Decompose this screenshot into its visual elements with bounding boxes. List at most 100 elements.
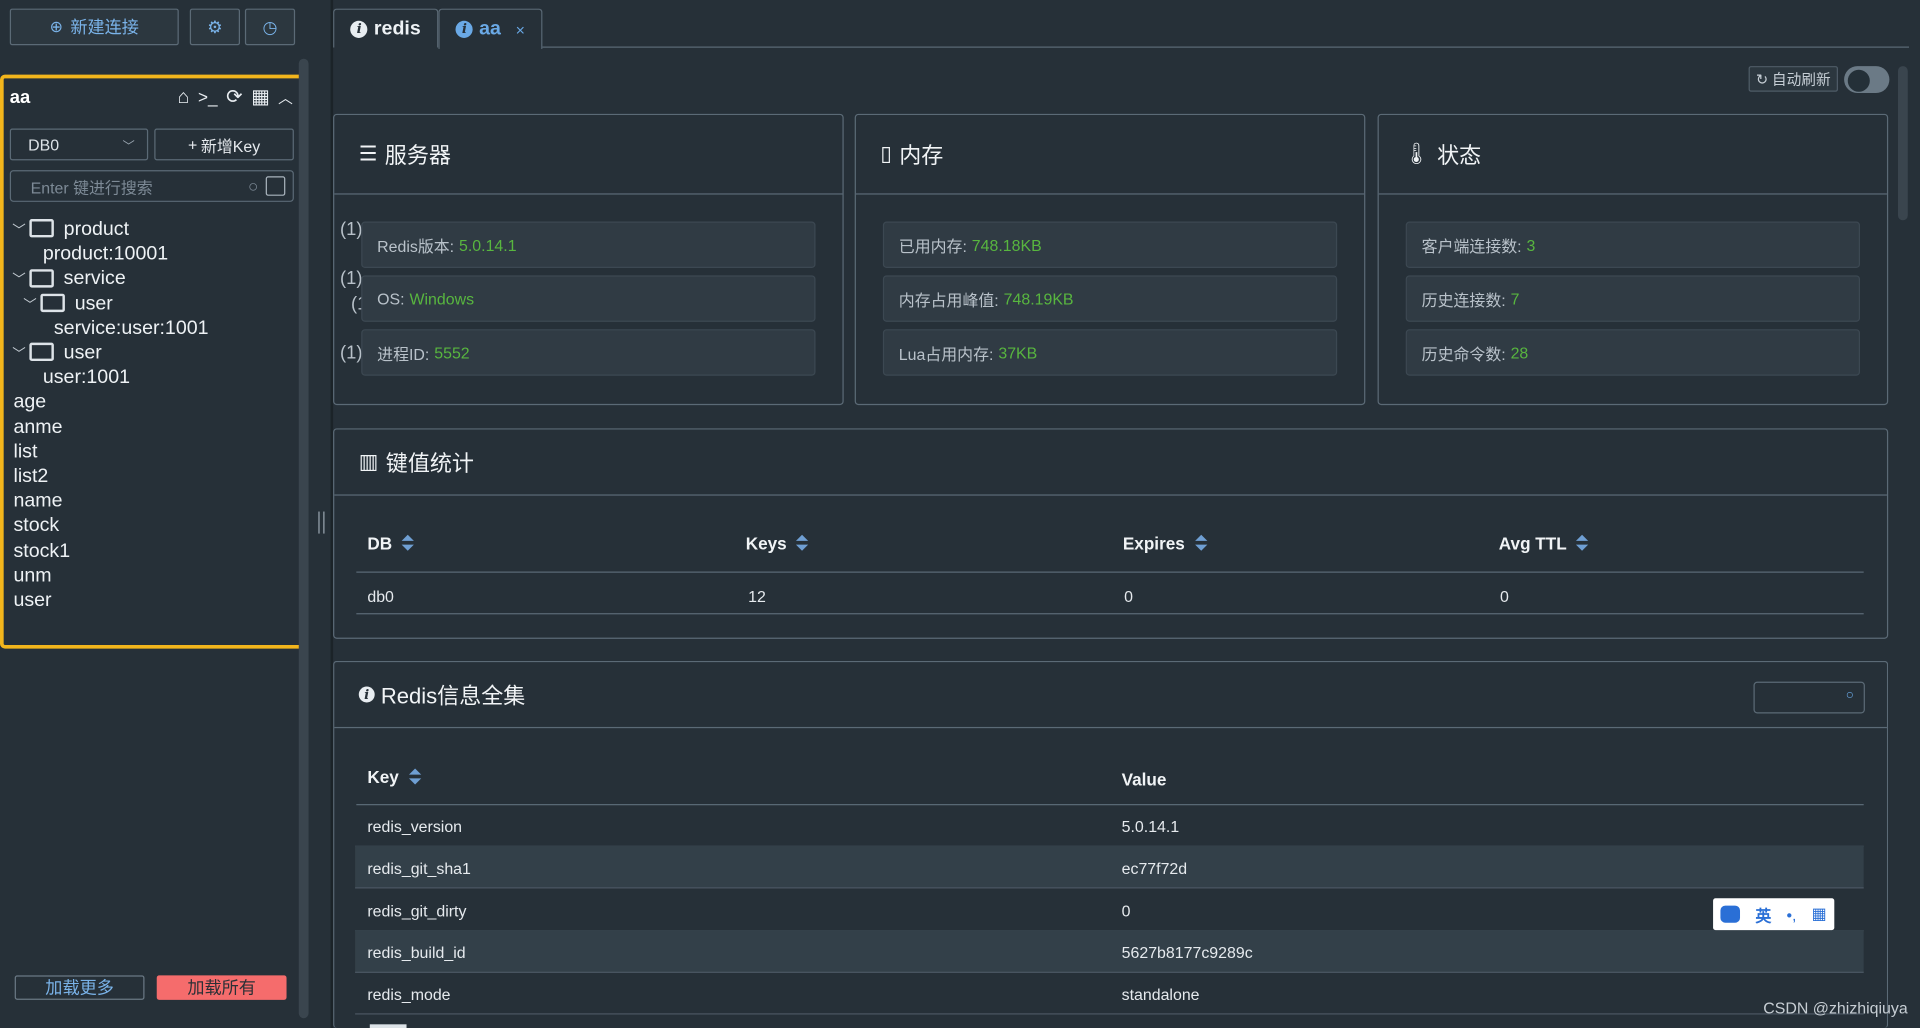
column-header-keys[interactable]: Keys xyxy=(745,533,809,554)
stat-row: 已用内存: 748.18KB xyxy=(882,221,1338,269)
stat-label: OS: xyxy=(377,289,405,308)
grid-icon[interactable]: ▦ xyxy=(251,87,270,108)
cell-value: standalone xyxy=(1121,985,1200,1004)
server-card-title: 服务器 xyxy=(384,143,451,168)
cell-avg-ttl: 0 xyxy=(1500,587,1509,606)
ime-language[interactable]: 英 xyxy=(1755,903,1771,926)
column-label: Value xyxy=(1121,769,1167,790)
connection-panel: aa ⌂ >_ ⟳ ▦ ︿ DB0 ﹀ + 新增Key Enter 键进行搜索 ○ ﹀ p… xyxy=(0,74,373,649)
folder-open-icon xyxy=(40,293,65,312)
search-icon[interactable]: ○ xyxy=(248,176,258,196)
memory-icon: ▯ xyxy=(880,141,892,166)
table-row[interactable]: redis_build_id 5627b8177c9289c xyxy=(355,929,1864,973)
table-row[interactable]: redis_version 5.0.14.1 xyxy=(355,804,1864,847)
column-header-key[interactable]: Key xyxy=(367,767,421,787)
tab-redis[interactable]: i redis xyxy=(333,8,439,48)
new-key-button[interactable]: + 新增Key xyxy=(154,128,294,161)
stat-row: 内存占用峰值: 748.19KB xyxy=(882,275,1338,322)
tab-aa[interactable]: i aa × xyxy=(438,8,543,49)
tree-label: user:1001 xyxy=(42,367,131,389)
chevron-down-icon: ﹀ xyxy=(122,140,135,154)
ime-grid-icon[interactable]: ▦ xyxy=(1812,904,1827,924)
cell-value: 5627b8177c9289c xyxy=(1121,943,1253,962)
key-tree: ﹀ product (1) product:10001 ﹀ service (1) ﹀ user… xyxy=(10,218,373,622)
refresh-icon[interactable]: ⟳ xyxy=(226,87,242,108)
plus-circle-icon: ⊕ xyxy=(49,17,64,36)
table-row[interactable]: redis_mode standalone xyxy=(355,972,1864,1015)
tree-label: unm xyxy=(13,565,52,586)
stat-row: OS: Windows xyxy=(361,275,816,322)
column-label: DB xyxy=(367,533,393,554)
sort-icon[interactable] xyxy=(796,534,809,552)
tree-label: product:10001 xyxy=(42,243,169,265)
server-card: ☰ 服务器 Redis版本: 5.0.14.1 OS: Windows 进程ID: 5… xyxy=(333,113,844,406)
db-select[interactable]: DB0 ﹀ xyxy=(9,128,149,161)
load-all-label: 加载所有 xyxy=(187,977,256,998)
main-scrollbar[interactable] xyxy=(1897,66,1908,221)
sidebar-scrollbar[interactable] xyxy=(298,58,309,1019)
sort-icon[interactable] xyxy=(401,534,415,552)
column-header-expires[interactable]: Expires xyxy=(1122,533,1207,554)
column-header-db[interactable]: DB xyxy=(367,533,415,554)
tree-label: stock xyxy=(13,515,60,537)
terminal-icon[interactable]: >_ xyxy=(198,87,218,107)
settings-button[interactable]: ⚙ xyxy=(189,8,241,46)
connection-name: aa xyxy=(9,86,31,108)
sort-icon[interactable] xyxy=(1576,534,1589,552)
home-icon[interactable]: ⌂ xyxy=(178,87,190,108)
tree-label: user xyxy=(63,342,102,364)
sort-icon[interactable] xyxy=(1194,534,1207,552)
cell-key: redis_mode xyxy=(367,985,451,1004)
tab-close-icon[interactable]: × xyxy=(516,20,525,38)
stat-row: 历史命令数: 28 xyxy=(1405,329,1861,376)
scroll-indicator xyxy=(369,1024,407,1028)
ime-logo-icon[interactable] xyxy=(1720,905,1741,923)
resize-handle[interactable] xyxy=(318,511,325,534)
watermark: CSDN @zhizhiqiuya xyxy=(1763,998,1908,1017)
status-card: 🌡 状态 客户端连接数: 3 历史连接数: 7 历史命令数: 28 xyxy=(1377,113,1889,406)
thermometer-icon: 🌡 xyxy=(1403,141,1430,166)
exact-search-checkbox[interactable] xyxy=(265,176,286,196)
tree-label: user xyxy=(13,589,52,611)
history-button[interactable]: ◷ xyxy=(244,8,296,46)
stat-label: 客户端连接数: xyxy=(1421,236,1522,256)
cell-db: db0 xyxy=(367,587,394,606)
keyspace-card: ▥ 键值统计 DB Keys Expires Avg TTL db0 12 0 … xyxy=(333,428,1889,639)
ime-toolbar[interactable]: 英 •, ▦ xyxy=(1713,898,1835,931)
table-row[interactable]: redis_git_dirty 0 xyxy=(355,888,1864,931)
memory-card-header: ▯ 内存 xyxy=(855,115,1365,195)
info-search-input[interactable]: ○ xyxy=(1753,681,1865,714)
table-row[interactable]: redis_git_sha1 ec77f72d xyxy=(355,846,1864,889)
cell-value: ec77f72d xyxy=(1121,859,1188,878)
auto-refresh-button[interactable]: ↻ 自动刷新 xyxy=(1748,66,1838,92)
tree-label: stock1 xyxy=(13,540,71,562)
server-card-header: ☰ 服务器 xyxy=(334,115,843,195)
folder-open-icon xyxy=(29,268,54,288)
stat-row: Lua占用内存: 37KB xyxy=(882,329,1338,376)
column-header-value: Value xyxy=(1122,770,1167,790)
column-label: Keys xyxy=(745,533,787,554)
tree-label: age xyxy=(13,392,47,413)
auto-refresh-label: 自动刷新 xyxy=(1771,70,1831,89)
load-all-button[interactable]: 加载所有 xyxy=(156,975,287,1000)
tree-key[interactable]: user xyxy=(10,586,371,615)
collapse-icon[interactable]: ︿ xyxy=(278,89,293,106)
info-icon: i xyxy=(455,20,474,38)
key-search-input[interactable]: Enter 键进行搜索 ○ xyxy=(9,170,294,202)
load-more-button[interactable]: 加载更多 xyxy=(14,975,145,1000)
key-search-placeholder: Enter 键进行搜索 xyxy=(30,178,153,197)
info-card-header: i Redis信息全集 xyxy=(334,662,1887,729)
new-connection-button[interactable]: ⊕ 新建连接 xyxy=(9,8,179,46)
tree-label: list2 xyxy=(13,466,49,488)
stat-value: 37KB xyxy=(998,343,1038,362)
stat-value: 5552 xyxy=(434,343,470,362)
stat-value: 748.18KB xyxy=(971,235,1042,254)
stat-value: 3 xyxy=(1526,235,1536,254)
column-label: Expires xyxy=(1122,533,1185,554)
auto-refresh-toggle[interactable] xyxy=(1844,66,1890,94)
sort-icon[interactable] xyxy=(408,768,421,786)
stat-label: 历史连接数: xyxy=(1421,290,1506,310)
column-header-avg-ttl[interactable]: Avg TTL xyxy=(1499,534,1589,553)
ime-punct[interactable]: •, xyxy=(1786,905,1796,923)
load-more-label: 加载更多 xyxy=(45,977,114,998)
